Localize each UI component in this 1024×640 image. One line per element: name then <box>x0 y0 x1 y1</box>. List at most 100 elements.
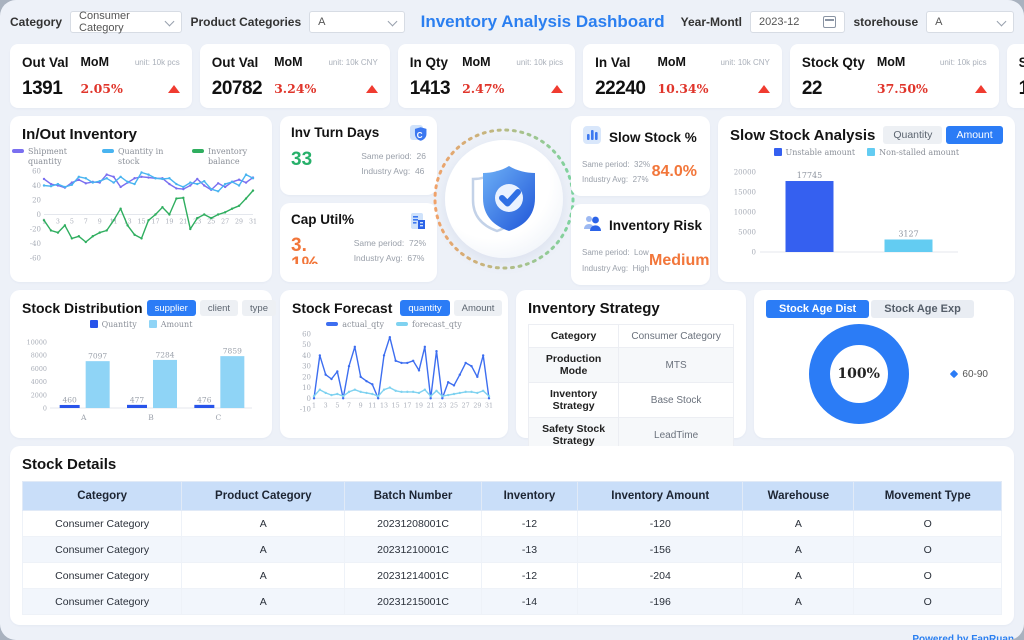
tab-quantity[interactable]: quantity <box>400 300 449 316</box>
legend-item[interactable]: Unstable amount <box>774 148 856 158</box>
chevron-down-icon <box>997 16 1007 26</box>
strategy-value: Consumer Category <box>619 325 734 348</box>
svg-text:17: 17 <box>403 402 411 409</box>
industry-avg-value: 27% <box>633 175 649 184</box>
column-header[interactable]: Inventory Amount <box>578 482 743 511</box>
cell-inventory-amount: -204 <box>578 563 743 589</box>
kpi-value: 1458 <box>1019 78 1024 100</box>
legend-item[interactable]: Quantity <box>90 320 137 330</box>
table-row: Production Mode MTS <box>529 348 734 383</box>
svg-text:50: 50 <box>302 341 311 349</box>
svg-text:27: 27 <box>221 219 229 226</box>
table-row[interactable]: Consumer Category A 20231208001C -12 -12… <box>23 511 1002 537</box>
legend-item[interactable]: actual_qty <box>326 320 384 330</box>
legend-item[interactable]: Inventory balance <box>192 147 270 167</box>
legend-item[interactable]: Shipment quantity <box>12 147 90 167</box>
table-header-row: Category Product Category Batch Number I… <box>23 482 1002 511</box>
category-select[interactable]: Consumer Category <box>70 11 182 33</box>
chevron-down-icon <box>165 16 175 26</box>
legend-marker-icon <box>192 149 204 153</box>
svg-text:31: 31 <box>485 402 493 409</box>
calendar-icon <box>823 16 836 28</box>
panel-title: Stock Distribution <box>22 300 143 316</box>
product-categories-label: Product Categories <box>190 15 301 29</box>
industry-avg-label: Industry Avg: <box>582 175 628 184</box>
industry-avg-value: High <box>633 264 649 273</box>
same-period-label: Same period: <box>582 160 630 169</box>
strategy-value: MTS <box>619 348 734 383</box>
product-categories-select[interactable]: A <box>309 11 404 33</box>
strategy-value: Base Stock <box>619 383 734 418</box>
tab-amount[interactable]: Amount <box>454 300 503 316</box>
forecast-legend: actual_qty forecast_qty <box>292 320 496 330</box>
panel-title: Inventory Strategy <box>528 300 734 317</box>
cell-product-category: A <box>182 563 345 589</box>
legend-item[interactable]: Amount <box>149 320 193 330</box>
column-header[interactable]: Category <box>23 482 182 511</box>
svg-text:4000: 4000 <box>31 378 47 386</box>
tab-supplier[interactable]: supplier <box>147 300 196 316</box>
cell-movement-type: O <box>854 511 1002 537</box>
cell-batch-number: 20231208001C <box>345 511 481 537</box>
kpi-name: In Qty <box>410 55 450 70</box>
column-header[interactable]: Batch Number <box>345 482 481 511</box>
same-period-label: Same period: <box>354 238 405 248</box>
svg-text:15: 15 <box>138 219 146 226</box>
svg-text:10000: 10000 <box>734 209 756 217</box>
legend-item[interactable]: forecast_qty <box>396 320 462 330</box>
svg-text:8000: 8000 <box>31 352 47 360</box>
kpi-name: In Val <box>595 55 645 70</box>
same-period-value: 26 <box>417 151 426 161</box>
svg-text:7: 7 <box>347 402 351 409</box>
slow-stock-analysis-panel: Slow Stock Analysis Quantity Amount Unst… <box>718 116 1015 282</box>
column-header[interactable]: Warehouse <box>743 482 854 511</box>
cell-inventory-amount: -120 <box>578 511 743 537</box>
table-row[interactable]: Consumer Category A 20231214001C -12 -20… <box>23 563 1002 589</box>
svg-text:20: 20 <box>32 197 41 205</box>
product-categories-value: A <box>318 16 325 28</box>
svg-text:20000: 20000 <box>734 169 756 177</box>
category-select-value: Consumer Category <box>79 10 166 34</box>
tab-type[interactable]: type <box>242 300 276 316</box>
cell-warehouse: A <box>743 589 854 615</box>
svg-text:60: 60 <box>32 168 41 176</box>
svg-text:-60: -60 <box>30 255 41 263</box>
slow-legend: Unstable amount Non-stalled amount <box>730 148 1003 158</box>
kpi-value: 22 <box>802 78 865 100</box>
tab-stock-age-dist[interactable]: Stock Age Dist <box>766 300 869 318</box>
industry-avg-label: Industry Avg: <box>582 264 628 273</box>
svg-text:40: 40 <box>32 182 41 190</box>
legend-label: 60-90 <box>962 369 988 380</box>
same-period-value: 72% <box>409 238 426 248</box>
storehouse-select[interactable]: A <box>926 11 1014 33</box>
powered-by-credit[interactable]: Powered by FanRuan <box>912 634 1014 640</box>
tab-amount[interactable]: Amount <box>946 126 1002 144</box>
cell-category: Consumer Category <box>23 563 182 589</box>
svg-text:0: 0 <box>307 395 311 403</box>
svg-text:25: 25 <box>450 402 458 409</box>
svg-text:5: 5 <box>70 219 74 226</box>
panel-title: Stock Details <box>22 456 1002 473</box>
tab-quantity[interactable]: Quantity <box>883 126 942 144</box>
svg-text:23: 23 <box>438 402 446 409</box>
slow-stock-pct-card: Slow Stock % Same period: 32% Industry A… <box>571 116 710 196</box>
table-row: Inventory Strategy Base Stock <box>529 383 734 418</box>
column-header[interactable]: Product Category <box>182 482 345 511</box>
table-row[interactable]: Consumer Category A 20231215001C -14 -19… <box>23 589 1002 615</box>
top-filter-bar: Category Consumer Category Product Categ… <box>10 8 1014 36</box>
strategy-key: Production Mode <box>529 348 619 383</box>
trend-up-icon <box>168 85 180 93</box>
table-row[interactable]: Consumer Category A 20231210001C -13 -15… <box>23 537 1002 563</box>
tab-client[interactable]: client <box>200 300 238 316</box>
column-header[interactable]: Inventory <box>481 482 577 511</box>
svg-text:C: C <box>215 413 221 422</box>
legend-item[interactable]: Quantity in stock <box>102 147 180 167</box>
kpi-mom-value: 10.34% <box>657 81 708 96</box>
svg-text:6000: 6000 <box>31 365 47 373</box>
legend-item[interactable]: Non-stalled amount <box>867 148 959 158</box>
year-month-value: 2023-12 <box>759 16 799 28</box>
column-header[interactable]: Movement Type <box>854 482 1002 511</box>
year-month-picker[interactable]: 2023-12 <box>750 11 845 33</box>
tab-stock-age-exp[interactable]: Stock Age Exp <box>871 300 974 318</box>
kpi-mom-label: MoM <box>462 55 504 69</box>
